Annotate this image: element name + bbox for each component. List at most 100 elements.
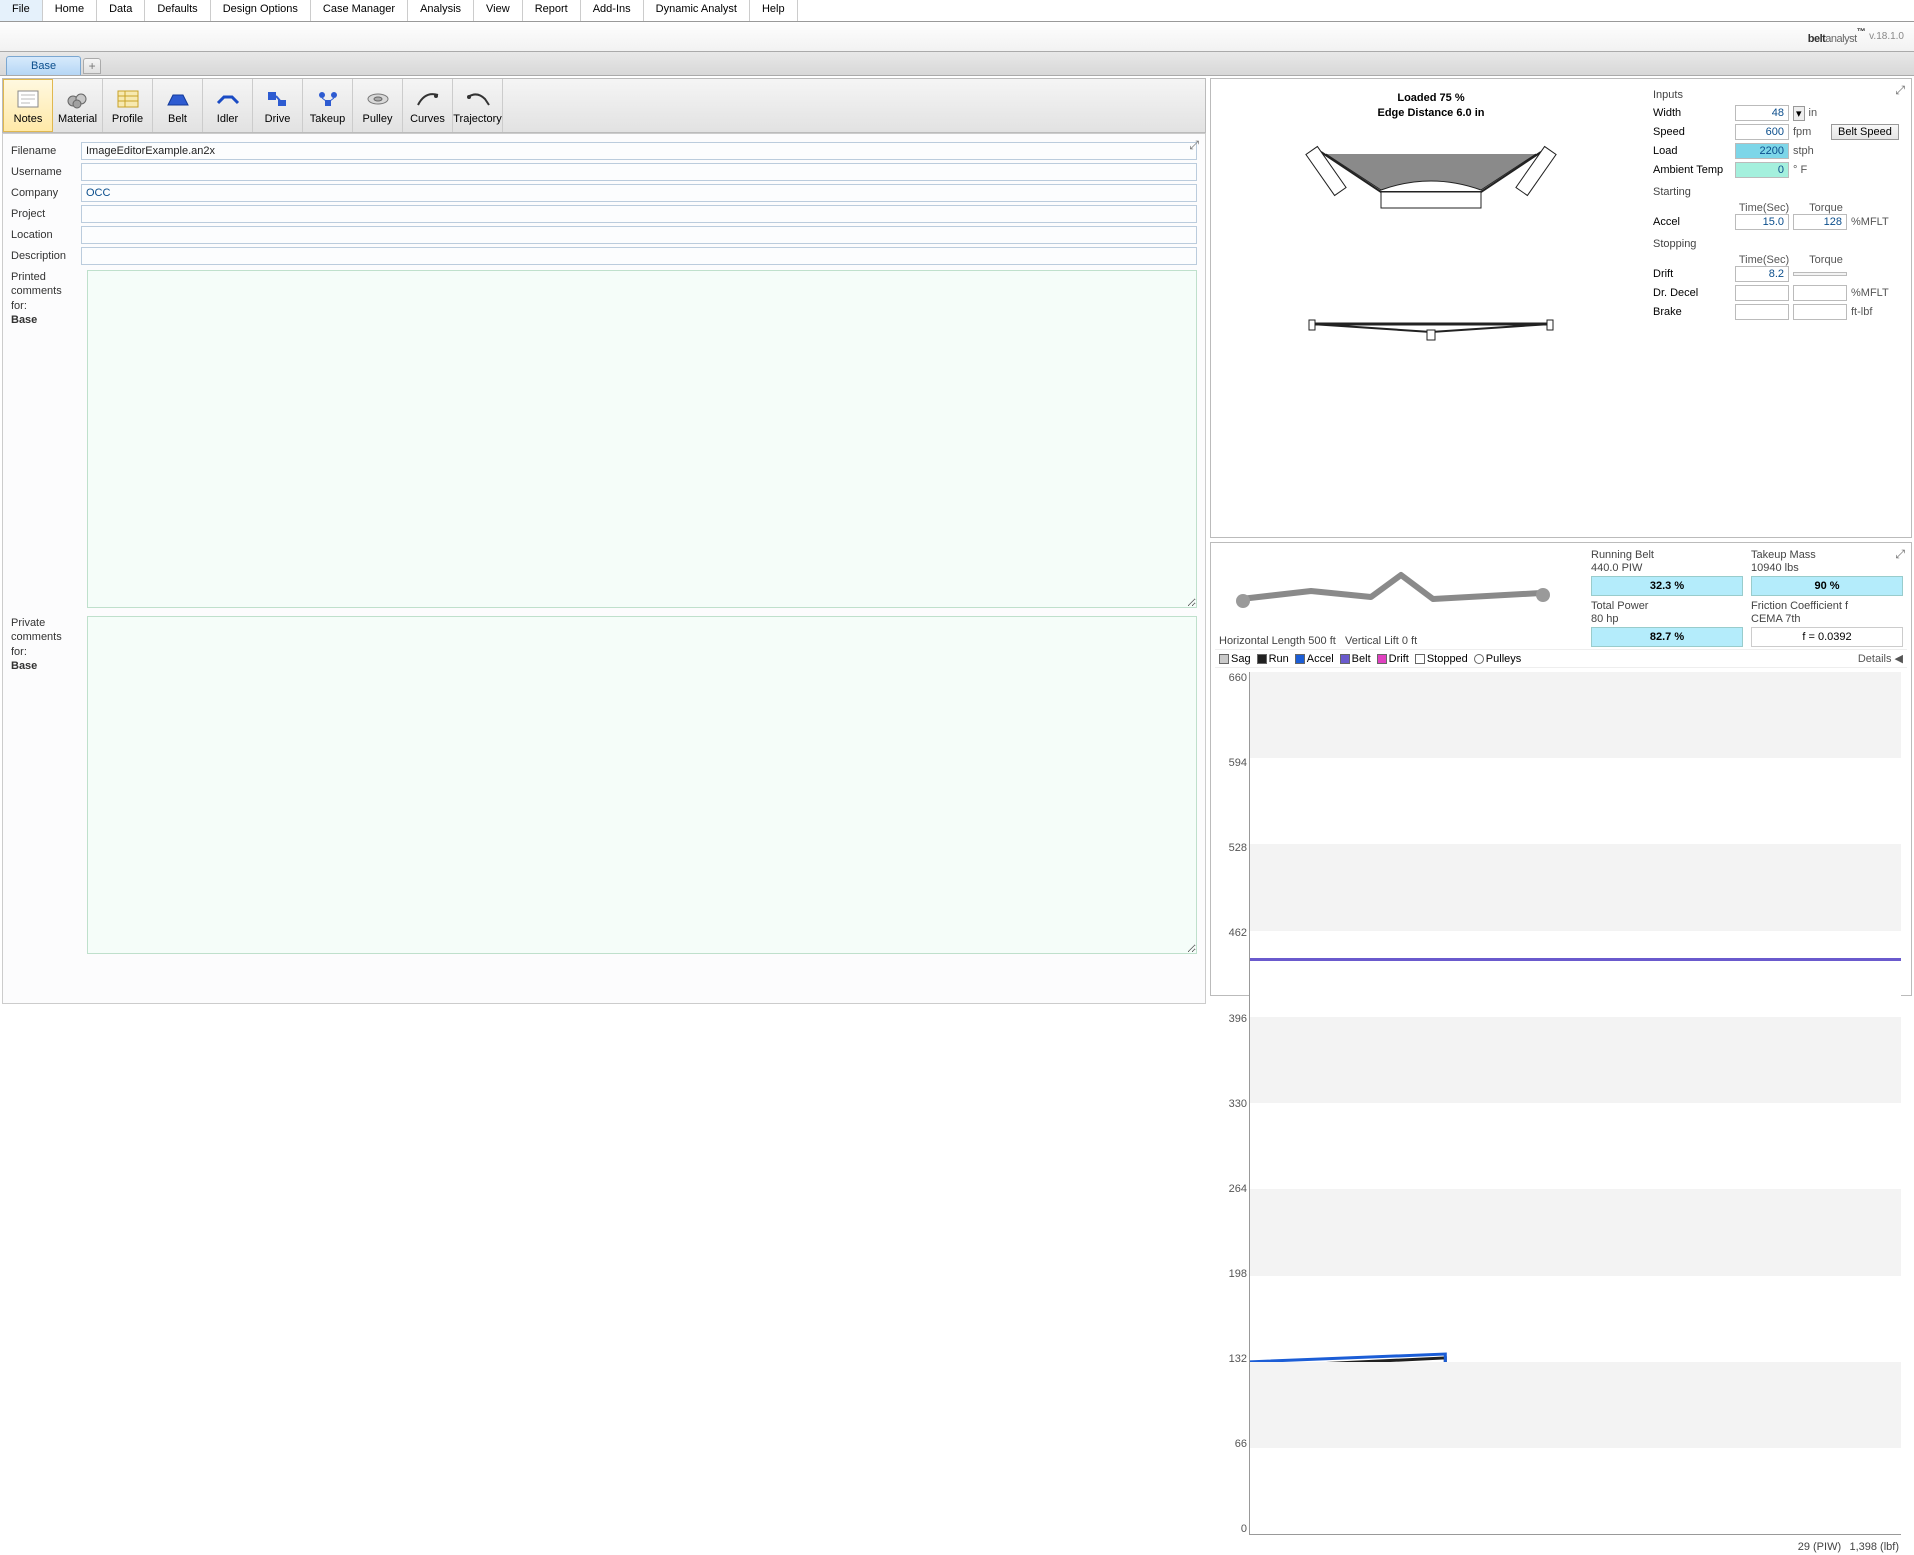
- toolbtn-material-label: Material: [58, 113, 97, 125]
- legend-drift[interactable]: Drift: [1389, 653, 1409, 665]
- description-input[interactable]: [81, 247, 1197, 265]
- trajectory-icon: [464, 87, 492, 111]
- legend-stopped[interactable]: Stopped: [1427, 653, 1468, 665]
- location-input[interactable]: [81, 226, 1197, 244]
- profile-dims: Horizontal Length 500 ft Vertical Lift 0…: [1219, 635, 1417, 647]
- expand-section-icon[interactable]: ⤢: [1895, 83, 1905, 98]
- drift-torque-blank: [1793, 272, 1847, 276]
- takeup-mass-label: Takeup Mass: [1751, 549, 1903, 561]
- material-icon: [64, 87, 92, 111]
- toolbtn-takeup[interactable]: Takeup: [303, 79, 353, 132]
- width-dropdown-icon[interactable]: ▾: [1793, 106, 1805, 121]
- company-input[interactable]: [81, 184, 1197, 202]
- torque-header: Torque: [1799, 202, 1853, 214]
- legend-pulleys[interactable]: Pulleys: [1486, 653, 1521, 665]
- private-comments-textarea[interactable]: [87, 616, 1197, 954]
- toolbtn-profile-label: Profile: [112, 113, 143, 125]
- toolbtn-pulley[interactable]: Pulley: [353, 79, 403, 132]
- speed-input[interactable]: [1735, 124, 1789, 140]
- menu-defaults[interactable]: Defaults: [145, 0, 210, 21]
- menu-bar: File Home Data Defaults Design Options C…: [0, 0, 1914, 22]
- brand-version: v.18.1.0: [1869, 31, 1904, 42]
- width-label: Width: [1653, 107, 1731, 119]
- company-label: Company: [11, 187, 81, 199]
- toolbtn-idler-label: Idler: [217, 113, 238, 125]
- menu-report[interactable]: Report: [523, 0, 581, 21]
- project-input[interactable]: [81, 205, 1197, 223]
- chart-legend: Sag Run Accel Belt Drift Stopped Pulleys…: [1215, 649, 1907, 668]
- username-input[interactable]: [81, 163, 1197, 181]
- starting-header: Starting: [1653, 186, 1901, 198]
- brake-time-input[interactable]: [1735, 304, 1789, 320]
- toolbtn-notes[interactable]: Notes: [3, 79, 53, 132]
- takeup-mass-val: 10940 lbs: [1751, 562, 1903, 574]
- legend-sag[interactable]: Sag: [1231, 653, 1251, 665]
- printed-comments-label: Printed comments for: Base: [11, 270, 81, 327]
- toolbtn-curves[interactable]: Curves: [403, 79, 453, 132]
- filename-input[interactable]: [81, 142, 1197, 160]
- menu-case-manager[interactable]: Case Manager: [311, 0, 408, 21]
- menu-home[interactable]: Home: [43, 0, 97, 21]
- ambient-input[interactable]: [1735, 162, 1789, 178]
- total-power-val: 80 hp: [1591, 613, 1743, 625]
- case-tab-bar: Base +: [0, 52, 1914, 76]
- tab-add-button[interactable]: +: [83, 58, 101, 74]
- toolbtn-belt[interactable]: Belt: [153, 79, 203, 132]
- menu-file[interactable]: File: [0, 0, 43, 21]
- brake-label: Brake: [1653, 306, 1731, 318]
- details-button[interactable]: Details ◀: [1858, 652, 1903, 665]
- decel-time-input[interactable]: [1735, 285, 1789, 301]
- toolbtn-notes-label: Notes: [14, 113, 43, 125]
- idler-icon: [214, 87, 242, 111]
- belt-speed-button[interactable]: Belt Speed: [1831, 124, 1899, 140]
- expand-icon[interactable]: ⤢: [1189, 138, 1199, 153]
- menu-addins[interactable]: Add-Ins: [581, 0, 644, 21]
- toolbtn-drive[interactable]: Drive: [253, 79, 303, 132]
- menu-data[interactable]: Data: [97, 0, 145, 21]
- tab-base[interactable]: Base: [6, 56, 81, 75]
- pulley-icon: [364, 87, 392, 111]
- brake-torque-input[interactable]: [1793, 304, 1847, 320]
- running-belt-val: 440.0 PIW: [1591, 562, 1743, 574]
- friction-val: f = 0.0392: [1751, 627, 1903, 647]
- ambient-unit: ° F: [1793, 164, 1827, 176]
- return-idler-diagram: [1281, 302, 1581, 362]
- takeup-mass-pct: 90 %: [1751, 576, 1903, 596]
- ambient-label: Ambient Temp: [1653, 164, 1731, 176]
- filename-label: Filename: [11, 145, 81, 157]
- expand-summary-icon[interactable]: ⤢: [1895, 547, 1905, 562]
- menu-design-options[interactable]: Design Options: [211, 0, 311, 21]
- total-power-pct: 82.7 %: [1591, 627, 1743, 647]
- menu-analysis[interactable]: Analysis: [408, 0, 474, 21]
- running-belt-pct: 32.3 %: [1591, 576, 1743, 596]
- cross-section-panel: ⤢ Loaded 75 % Edge Distance 6.0 in: [1210, 78, 1912, 538]
- menu-help[interactable]: Help: [750, 0, 798, 21]
- legend-belt[interactable]: Belt: [1352, 653, 1371, 665]
- menu-view[interactable]: View: [474, 0, 523, 21]
- decel-torque-input[interactable]: [1793, 285, 1847, 301]
- legend-accel[interactable]: Accel: [1307, 653, 1334, 665]
- toolbtn-material[interactable]: Material: [53, 79, 103, 132]
- accel-label: Accel: [1653, 216, 1731, 228]
- decel-unit: %MFLT: [1851, 287, 1891, 299]
- toolbtn-trajectory-label: Trajectory: [453, 113, 502, 125]
- load-input[interactable]: [1735, 143, 1789, 159]
- speed-label: Speed: [1653, 126, 1731, 138]
- width-input[interactable]: [1735, 105, 1789, 121]
- toolbtn-profile[interactable]: Profile: [103, 79, 153, 132]
- printed-comments-textarea[interactable]: [87, 270, 1197, 608]
- private-comments-label: Private comments for: Base: [11, 616, 81, 673]
- drive-icon: [264, 87, 292, 111]
- accel-torque-input[interactable]: [1793, 214, 1847, 230]
- friction-label: Friction Coefficient f: [1751, 600, 1903, 612]
- friction-sub: CEMA 7th: [1751, 613, 1903, 625]
- drift-time-input[interactable]: [1735, 266, 1789, 282]
- accel-time-input[interactable]: [1735, 214, 1789, 230]
- running-belt-label: Running Belt: [1591, 549, 1743, 561]
- toolbtn-idler[interactable]: Idler: [203, 79, 253, 132]
- notes-form: ⤢ Filename Username Company Project Loca…: [2, 133, 1206, 1004]
- menu-dynamic-analyst[interactable]: Dynamic Analyst: [644, 0, 750, 21]
- toolbtn-trajectory[interactable]: Trajectory: [453, 79, 503, 132]
- legend-run[interactable]: Run: [1269, 653, 1289, 665]
- toolbtn-pulley-label: Pulley: [363, 113, 393, 125]
